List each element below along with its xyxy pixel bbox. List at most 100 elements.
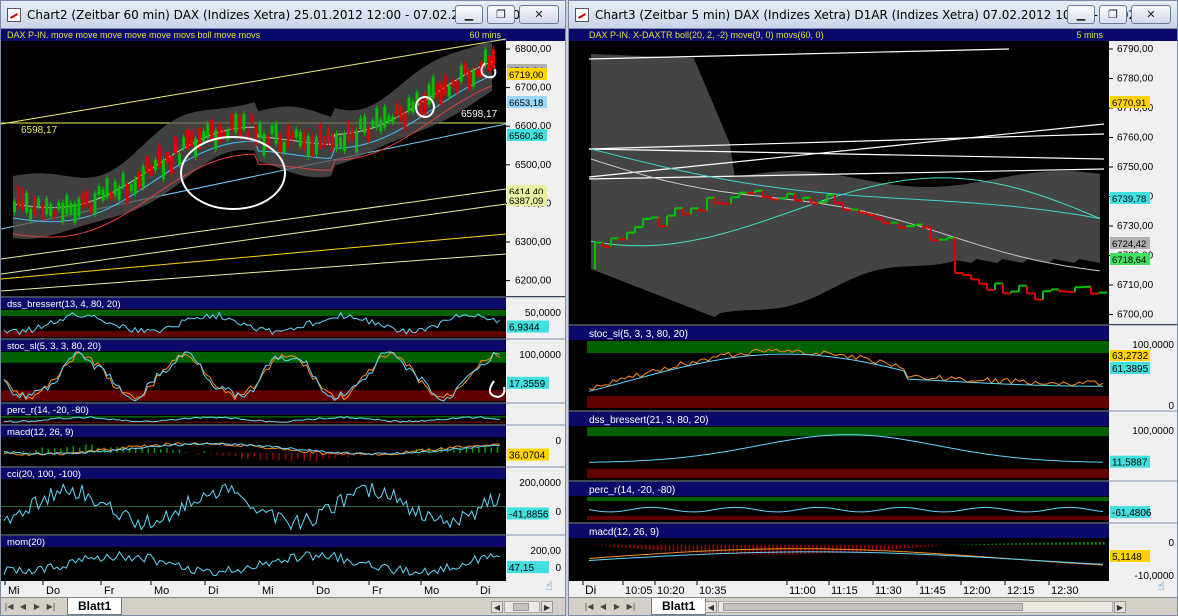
sheet-tab-blatt1[interactable]: Blatt1 [67, 598, 123, 615]
candle [141, 166, 145, 188]
candle [343, 133, 347, 151]
axis-tick-label: 6710,00 [1117, 280, 1154, 291]
candle [41, 206, 45, 218]
candle [145, 156, 149, 174]
macd-histogram-bar [875, 544, 878, 551]
time-label: Do [46, 585, 60, 597]
prev-sheet-icon[interactable]: ◀ [597, 600, 609, 613]
candle [419, 100, 423, 116]
candle [149, 165, 153, 176]
chart2-canvas[interactable]: DAX P-IN. move move move move move movs … [1, 29, 566, 599]
next-sheet-icon[interactable]: ▶ [611, 600, 623, 613]
indicator-panel[interactable]: perc_r(14, -20, -80) -61,4806 [569, 480, 1178, 523]
axis-tick-label: 6760,00 [1117, 133, 1154, 144]
scroll-left-icon[interactable]: ◀ [491, 601, 503, 613]
first-sheet-icon[interactable]: |◀ [3, 600, 15, 613]
last-sheet-icon[interactable]: ▶| [45, 600, 57, 613]
prev-sheet-icon[interactable]: ◀ [17, 600, 29, 613]
macd-histogram-bar [166, 447, 168, 453]
indicator-panel[interactable]: cci(20, 100, -100) 200,0000 0 -41,8856 [1, 466, 566, 535]
candle [302, 132, 306, 149]
candle [294, 129, 298, 138]
candle [330, 135, 334, 150]
candle [125, 184, 129, 204]
scrollbar-thumb[interactable] [513, 603, 529, 611]
scroll-right-icon[interactable]: ▶ [541, 601, 553, 613]
indicator-panel[interactable]: macd(12, 26, 9)0-10,00005,1148 [569, 522, 1178, 582]
minimize-button[interactable]: ▁ [1067, 5, 1095, 24]
time-label: 12:30 [1051, 585, 1079, 597]
macd-histogram-bar [1031, 542, 1033, 545]
candle [274, 123, 278, 144]
indicator-label: perc_r(14, -20, -80) [589, 485, 675, 496]
macd-histogram-bar [197, 452, 199, 455]
restore-button[interactable]: ❐ [487, 5, 515, 24]
axis-tick-label: 6730,00 [1117, 221, 1154, 232]
value-tag: 6560,36 [509, 131, 543, 142]
chart3-window[interactable]: Chart3 (Zeitbar 5 min) DAX (Indizes Xetr… [568, 0, 1178, 616]
macd-histogram-bar [53, 448, 56, 453]
chart2-titlebar[interactable]: Chart2 (Zeitbar 60 min) DAX (Indizes Xet… [1, 1, 565, 29]
chart3-canvas[interactable]: DAX P-IN. X-DAXTR boll(20, 2, -2) move(9… [569, 29, 1178, 599]
candle [61, 202, 65, 223]
macd-histogram-bar [1043, 542, 1045, 545]
close-button[interactable]: ✕ [1131, 5, 1171, 24]
sheet-tab-blatt1[interactable]: Blatt1 [651, 598, 707, 615]
candle [57, 202, 61, 210]
macd-histogram-bar [939, 544, 942, 546]
scroll-right-icon[interactable]: ▶ [1114, 601, 1126, 613]
macd-histogram-bar [1087, 542, 1089, 545]
candle [411, 101, 415, 113]
next-sheet-icon[interactable]: ▶ [31, 600, 43, 613]
price-panel[interactable]: DAX P-IN. X-DAXTR boll(20, 2, -2) move(9… [569, 29, 1178, 324]
candle [447, 85, 451, 97]
scroll-left-icon[interactable]: ◀ [705, 601, 717, 613]
indicator-panel[interactable]: mom(20) 200,00 0 47,15 [1, 534, 566, 581]
macd-histogram-bar [60, 448, 62, 453]
drawing-tool-icon[interactable]: ☝ [539, 579, 559, 593]
macd-histogram-bar [720, 544, 723, 554]
macd-histogram-bar [247, 452, 249, 460]
time-label: 12:15 [1007, 585, 1035, 597]
price-panel[interactable]: DAX P-IN. move move move move move movs … [1, 29, 566, 325]
candle [359, 118, 363, 130]
candle [242, 114, 246, 130]
macd-histogram-bar [209, 452, 212, 454]
close-button[interactable]: ✕ [519, 5, 559, 24]
first-sheet-icon[interactable]: |◀ [583, 600, 595, 613]
macd-histogram-bar [800, 544, 802, 555]
macd-histogram-bar [322, 452, 324, 458]
time-label: Fr [372, 585, 383, 597]
horizontal-scrollbar[interactable] [504, 601, 540, 613]
macd-histogram-bar [1071, 542, 1073, 545]
value-tag: 11,5887 [1112, 458, 1148, 469]
macd-histogram-bar [1103, 541, 1105, 545]
macd-histogram-bar [234, 452, 237, 457]
indicator-panel[interactable]: dss_bressert(21, 3, 80, 20) 100,0000 11,58… [569, 410, 1178, 481]
drawing-tool-icon[interactable]: ☝ [1151, 579, 1171, 593]
macd-histogram-bar [612, 544, 615, 547]
chart3-titlebar[interactable]: Chart3 (Zeitbar 5 min) DAX (Indizes Xetr… [569, 1, 1177, 29]
horizontal-scrollbar[interactable] [718, 601, 1113, 613]
minimize-button[interactable]: ▁ [455, 5, 483, 24]
candle [298, 131, 302, 147]
candle [101, 189, 105, 201]
candle [202, 130, 206, 143]
candle [351, 129, 355, 139]
candle [367, 127, 371, 141]
last-sheet-icon[interactable]: ▶| [625, 600, 637, 613]
macd-histogram-bar [848, 544, 850, 553]
indicator-panel[interactable]: dss_bressert(13, 4, 80, 20) 50,0000 6,9344 [1, 296, 566, 339]
macd-histogram-bar [1027, 542, 1029, 545]
indicator-panel[interactable]: macd(12, 26, 9) 0 36,0704 [1, 424, 566, 467]
macd-histogram-bar [1039, 542, 1041, 545]
indicator-panel[interactable]: perc_r(14, -20, -80) [1, 402, 566, 425]
macd-histogram-bar [28, 451, 31, 453]
indicator-panel[interactable]: stoc_sl(5, 3, 3, 80, 20) 100,0000 0 63,2732… [569, 324, 1178, 412]
scrollbar-thumb[interactable] [723, 603, 1023, 611]
indicator-panel[interactable]: stoc_sl(5, 3, 3, 80, 20) 100,0000 17,3559 [1, 338, 566, 403]
chart2-window[interactable]: Chart2 (Zeitbar 60 min) DAX (Indizes Xet… [0, 0, 566, 616]
restore-button[interactable]: ❐ [1099, 5, 1127, 24]
time-label: Di [585, 583, 596, 597]
candle [455, 81, 459, 93]
